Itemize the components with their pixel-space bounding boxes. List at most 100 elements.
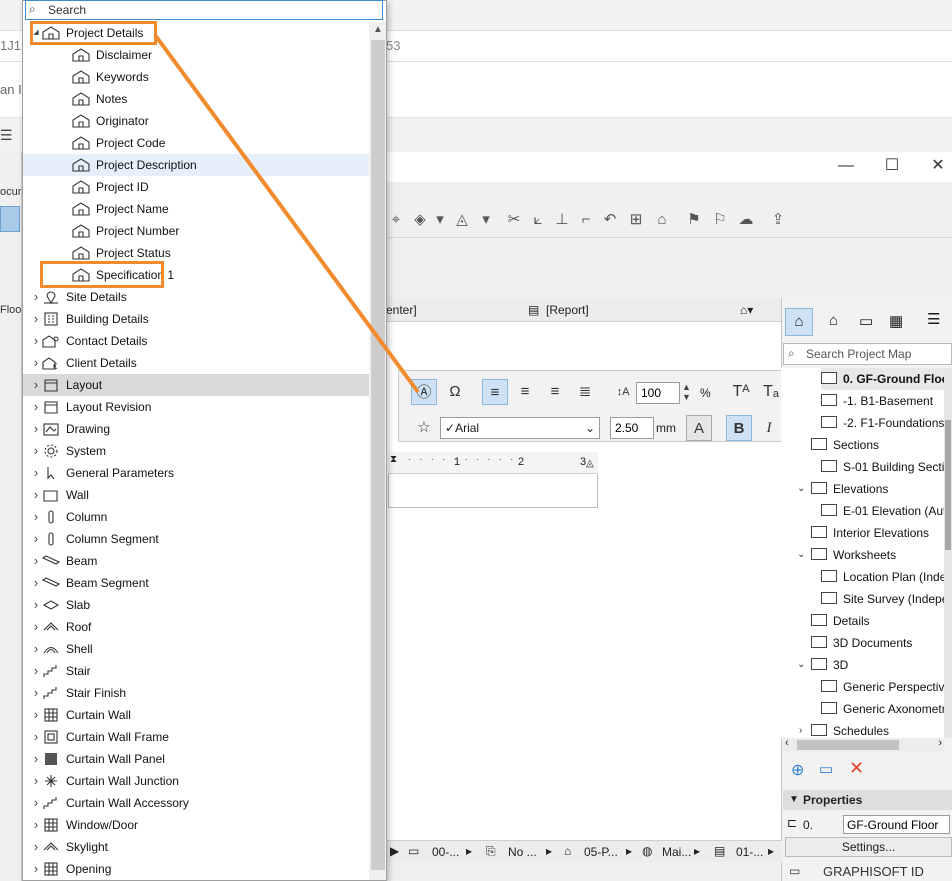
status-model-view[interactable]: Mai...	[662, 845, 691, 859]
scroll-right-icon[interactable]: ›	[938, 737, 942, 749]
status-arrow-icon[interactable]: ▸	[694, 844, 700, 858]
dropdown-item-curtain-wall[interactable]: › Curtain Wall	[23, 704, 369, 726]
nav-item-details[interactable]: Details	[811, 610, 870, 632]
chevron-right-icon[interactable]: ›	[31, 484, 41, 506]
settings-button[interactable]: Settings...	[785, 837, 952, 857]
flag-icon[interactable]: ⚑	[684, 210, 704, 230]
italic-icon[interactable]: I	[756, 415, 782, 441]
chevron-right-icon[interactable]: ›	[799, 725, 802, 736]
nav-item-location-plan[interactable]: Location Plan (Inde	[821, 566, 944, 588]
chevron-right-icon[interactable]: ›	[31, 792, 41, 814]
dropdown-item-originator[interactable]: Originator	[23, 110, 369, 132]
dropdown-item-stair-finish[interactable]: › Stair Finish	[23, 682, 369, 704]
tab-report[interactable]: [Report]	[546, 303, 589, 317]
dropdown-item-project-number[interactable]: Project Number	[23, 220, 369, 242]
dropdown-item-notes[interactable]: Notes	[23, 88, 369, 110]
dropdown-scroll-thumb[interactable]	[371, 40, 385, 870]
dropdown-item-contact-details[interactable]: › Contact Details	[23, 330, 369, 352]
dropdown-item-system[interactable]: › System	[23, 440, 369, 462]
navigator-hscroll-thumb[interactable]	[797, 740, 899, 750]
graphisoft-id-bar[interactable]: ▭ GRAPHISOFT ID	[781, 862, 952, 881]
chevron-right-icon[interactable]: ›	[31, 836, 41, 858]
left-strip-selected-tool[interactable]	[0, 206, 20, 232]
chevron-down-icon[interactable]: ⌄	[797, 659, 805, 670]
dropdown-item-drawing[interactable]: › Drawing	[23, 418, 369, 440]
nav-item-ground-floor[interactable]: 0. GF-Ground Floor	[821, 368, 944, 390]
navigator-menu-icon[interactable]: ☰	[927, 310, 940, 328]
nav-item-schedules[interactable]: Schedules	[811, 720, 889, 738]
scroll-up-icon[interactable]: ▲	[371, 24, 385, 38]
dropdown-item-beam-segment[interactable]: › Beam Segment	[23, 572, 369, 594]
right-margin-marker-icon[interactable]: ◬	[586, 458, 594, 469]
dropdown-item-opening[interactable]: › Opening	[23, 858, 369, 880]
dropdown-item-curtain-wall-panel[interactable]: › Curtain Wall Panel	[23, 748, 369, 770]
dropdown-item-general-parameters[interactable]: › General Parameters	[23, 462, 369, 484]
status-layer[interactable]: No ...	[508, 845, 537, 859]
chevron-right-icon[interactable]: ›	[31, 462, 41, 484]
favorites-star-icon[interactable]: ☆	[411, 415, 437, 441]
status-renovation[interactable]: 01-...	[736, 845, 763, 859]
dropdown-item-beam[interactable]: › Beam	[23, 550, 369, 572]
nav-item-sections[interactable]: Sections	[811, 434, 879, 456]
dropdown-item-project-description[interactable]: Project Description	[23, 154, 369, 176]
dropdown-item-column[interactable]: › Column	[23, 506, 369, 528]
chevron-right-icon[interactable]: ›	[31, 572, 41, 594]
nav-item-3d[interactable]: 3D	[811, 654, 848, 676]
status-pen-set[interactable]: 05-P...	[584, 845, 618, 859]
superscript-icon[interactable]: Tᴬ	[728, 379, 754, 405]
status-arrow-icon[interactable]: ▸	[768, 844, 774, 858]
maximize-button[interactable]: ☐	[882, 156, 902, 176]
delete-icon[interactable]: ✕	[849, 758, 864, 779]
dropdown-item-site-details[interactable]: › Site Details	[23, 286, 369, 308]
chevron-right-icon[interactable]: ›	[31, 660, 41, 682]
chevron-right-icon[interactable]: ›	[31, 704, 41, 726]
tab-menu-icon[interactable]: ⌂▾	[740, 303, 753, 317]
chevron-right-icon[interactable]: ›	[31, 506, 41, 528]
dropdown-item-project-name[interactable]: Project Name	[23, 198, 369, 220]
omega-symbol-icon[interactable]: Ω	[442, 379, 468, 405]
spin-arrows-icon[interactable]: ▲ ▼	[682, 382, 691, 402]
properties-name-input[interactable]	[843, 815, 950, 834]
status-story[interactable]: 00-...	[432, 845, 459, 859]
dropdown-item-shell[interactable]: › Shell	[23, 638, 369, 660]
minimize-button[interactable]: —	[836, 156, 856, 176]
nav-item-basement[interactable]: -1. B1-Basement	[821, 390, 933, 412]
nav-item-generic-perspective[interactable]: Generic Perspective	[821, 676, 944, 698]
home-outline-icon[interactable]: ⌂	[652, 210, 672, 230]
elevate-icon[interactable]: ⊥	[552, 210, 572, 230]
dropdown-search-input[interactable]: Search	[25, 0, 383, 20]
view-map-icon[interactable]: ⌂	[829, 312, 838, 329]
autotext-icon[interactable]: Ⓐ	[411, 379, 437, 405]
fill-tool-icon[interactable]: ◈	[410, 210, 430, 230]
corner-icon[interactable]: ⌐	[576, 210, 596, 230]
publish-icon[interactable]: ⇪	[768, 210, 788, 230]
close-window-button[interactable]: ✕	[928, 156, 948, 176]
properties-header[interactable]: ▼ Properties	[783, 790, 952, 810]
chevron-right-icon[interactable]: ›	[31, 770, 41, 792]
chevron-right-icon[interactable]: ›	[31, 858, 41, 880]
chevron-right-icon[interactable]: ›	[31, 594, 41, 616]
dropdown-item-project-id[interactable]: Project ID	[23, 176, 369, 198]
chevron-right-icon[interactable]: ›	[31, 550, 41, 572]
split-icon[interactable]: ✂	[504, 210, 524, 230]
nav-item-3d-documents[interactable]: 3D Documents	[811, 632, 912, 654]
status-arrow-icon[interactable]: ▸	[466, 844, 472, 858]
dropdown-item-stair[interactable]: › Stair	[23, 660, 369, 682]
chevron-right-icon[interactable]: ›	[31, 396, 41, 418]
chevron-right-icon[interactable]: ›	[31, 374, 41, 396]
chevron-right-icon[interactable]: ›	[31, 528, 41, 550]
dropdown-arrow-icon[interactable]: ▾	[430, 210, 450, 230]
dropdown-item-client-details[interactable]: › € Client Details	[23, 352, 369, 374]
chevron-right-icon[interactable]: ›	[31, 616, 41, 638]
flag-grid-icon[interactable]: ⚐	[710, 210, 730, 230]
scroll-left-icon[interactable]: ‹	[785, 737, 789, 749]
dropdown-item-window-door[interactable]: › Window/Door	[23, 814, 369, 836]
dropdown-item-layout[interactable]: › Layout	[23, 374, 369, 396]
add-view-icon[interactable]: ⊕	[791, 760, 804, 780]
dropdown-item-wall[interactable]: › Wall	[23, 484, 369, 506]
chevron-right-icon[interactable]: ›	[31, 418, 41, 440]
dropdown-item-column-segment[interactable]: › Column Segment	[23, 528, 369, 550]
status-arrow-icon[interactable]: ▸	[626, 844, 632, 858]
dropdown-item-keywords[interactable]: Keywords	[23, 66, 369, 88]
curve-icon[interactable]: ↶	[600, 210, 620, 230]
